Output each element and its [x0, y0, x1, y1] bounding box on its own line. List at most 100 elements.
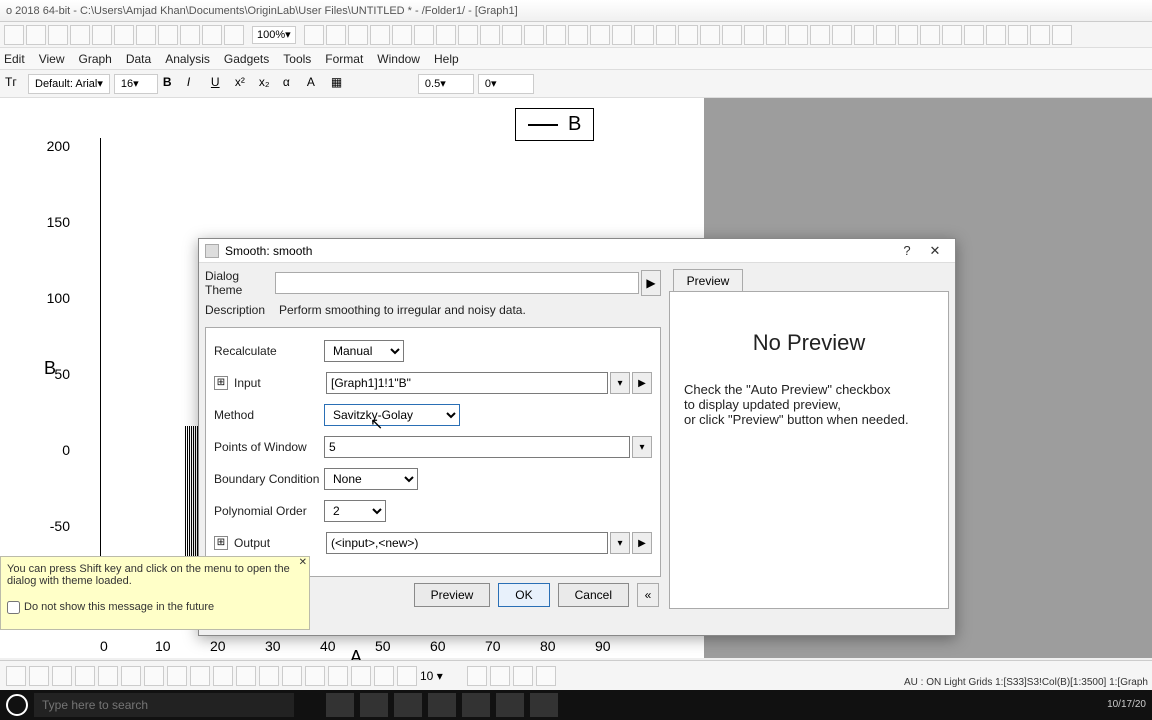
- close-icon[interactable]: ✕: [921, 241, 949, 261]
- expand-icon[interactable]: ⊞: [214, 376, 228, 390]
- toolbar-icon[interactable]: [348, 25, 368, 45]
- toolbar-icon[interactable]: [26, 25, 46, 45]
- toolbar-icon[interactable]: [414, 25, 434, 45]
- menu-gadgets[interactable]: Gadgets: [224, 52, 269, 66]
- explorer-icon[interactable]: [360, 693, 388, 717]
- tool-icon[interactable]: [467, 666, 487, 686]
- toolbar-icon[interactable]: [48, 25, 68, 45]
- toolbar-icon[interactable]: [898, 25, 918, 45]
- flyout-icon[interactable]: ▶: [632, 372, 652, 394]
- toolbar-icon[interactable]: [480, 25, 500, 45]
- toolbar-icon[interactable]: [964, 25, 984, 45]
- tray-clock[interactable]: 10/17/20: [1107, 699, 1146, 711]
- toolbar-icon[interactable]: [612, 25, 632, 45]
- toolbar-icon[interactable]: [304, 25, 324, 45]
- toolbar-icon[interactable]: [744, 25, 764, 45]
- tool-icon[interactable]: [236, 666, 256, 686]
- tool-icon[interactable]: [98, 666, 118, 686]
- super-icon[interactable]: x²: [234, 74, 254, 94]
- taskview-icon[interactable]: [326, 693, 354, 717]
- dialog-header[interactable]: Smooth: smooth ? ✕: [199, 239, 955, 263]
- tool-icon[interactable]: [305, 666, 325, 686]
- line-width[interactable]: 0.5 ▾: [418, 74, 474, 94]
- toolbar-icon[interactable]: [458, 25, 478, 45]
- tool-icon[interactable]: [259, 666, 279, 686]
- toolbar-icon[interactable]: [136, 25, 156, 45]
- toolbar-icon[interactable]: [1030, 25, 1050, 45]
- tool-icon[interactable]: [351, 666, 371, 686]
- toolbar-icon[interactable]: [788, 25, 808, 45]
- toolbar-icon[interactable]: [4, 25, 24, 45]
- toolbar-icon[interactable]: [224, 25, 244, 45]
- toolbar-icon[interactable]: [158, 25, 178, 45]
- toolbar-icon[interactable]: [546, 25, 566, 45]
- tooltip-close-icon[interactable]: ✕: [299, 557, 307, 568]
- menu-format[interactable]: Format: [325, 52, 363, 66]
- toolbar-icon[interactable]: [1008, 25, 1028, 45]
- menu-view[interactable]: View: [39, 52, 65, 66]
- tool-icon[interactable]: [536, 666, 556, 686]
- line-width-2[interactable]: 0 ▾: [478, 74, 534, 94]
- toolbar-icon[interactable]: [180, 25, 200, 45]
- toolbar-icon[interactable]: [854, 25, 874, 45]
- menu-edit[interactable]: Edit: [4, 52, 25, 66]
- font-color-icon[interactable]: A: [306, 74, 326, 94]
- preview-button[interactable]: Preview: [414, 583, 491, 607]
- zoom-combo[interactable]: 100% ▾: [252, 26, 296, 44]
- spinner-icon[interactable]: ▾: [632, 436, 652, 458]
- toolbar-icon[interactable]: [1052, 25, 1072, 45]
- tooltip-checkbox[interactable]: Do not show this message in the future: [7, 601, 303, 614]
- toolbar-icon[interactable]: [876, 25, 896, 45]
- tool-icon[interactable]: [121, 666, 141, 686]
- tool-icon[interactable]: [397, 666, 417, 686]
- toolbar-icon[interactable]: [678, 25, 698, 45]
- taskbar-search[interactable]: [34, 693, 294, 717]
- points-input[interactable]: [324, 436, 630, 458]
- toolbar-icon[interactable]: [920, 25, 940, 45]
- method-select[interactable]: Savitzky-Golay: [324, 404, 460, 426]
- tool-icon[interactable]: [29, 666, 49, 686]
- select-range-icon[interactable]: ▾: [610, 372, 630, 394]
- flyout-icon[interactable]: ▶: [632, 532, 652, 554]
- font-size-combo[interactable]: 16 ▾: [114, 74, 158, 94]
- theme-input[interactable]: [275, 272, 639, 294]
- toolbar-icon[interactable]: [202, 25, 222, 45]
- toolbar-icon[interactable]: [502, 25, 522, 45]
- help-icon[interactable]: ?: [893, 241, 921, 261]
- sub-icon[interactable]: x₂: [258, 74, 278, 94]
- recalc-select[interactable]: Manual: [324, 340, 404, 362]
- menu-graph[interactable]: Graph: [78, 52, 111, 66]
- menu-help[interactable]: Help: [434, 52, 459, 66]
- tool-icon[interactable]: [190, 666, 210, 686]
- output-field[interactable]: [326, 532, 608, 554]
- toolbar-icon[interactable]: [114, 25, 134, 45]
- size-combo[interactable]: 10 ▾: [420, 669, 464, 683]
- toolbar-icon[interactable]: [832, 25, 852, 45]
- italic-icon[interactable]: I: [186, 74, 206, 94]
- boundary-select[interactable]: None: [324, 468, 418, 490]
- menu-data[interactable]: Data: [126, 52, 151, 66]
- tool-icon[interactable]: [6, 666, 26, 686]
- tool-icon[interactable]: [75, 666, 95, 686]
- expand-icon[interactable]: ⊞: [214, 536, 228, 550]
- tool-icon[interactable]: [52, 666, 72, 686]
- tool-icon[interactable]: [213, 666, 233, 686]
- toolbar-icon[interactable]: [656, 25, 676, 45]
- menu-tools[interactable]: Tools: [283, 52, 311, 66]
- bold-icon[interactable]: B: [162, 74, 182, 94]
- theme-menu-icon[interactable]: ▶: [641, 270, 661, 296]
- toolbar-icon[interactable]: [766, 25, 786, 45]
- toolbar-icon[interactable]: [942, 25, 962, 45]
- word-icon[interactable]: [462, 693, 490, 717]
- tool-icon[interactable]: [374, 666, 394, 686]
- toolbar-icon[interactable]: [92, 25, 112, 45]
- recorder-icon[interactable]: [496, 693, 524, 717]
- alpha-icon[interactable]: α: [282, 74, 302, 94]
- menu-analysis[interactable]: Analysis: [165, 52, 210, 66]
- ok-button[interactable]: OK: [498, 583, 549, 607]
- tool-icon[interactable]: [144, 666, 164, 686]
- toolbar-icon[interactable]: [568, 25, 588, 45]
- tool-icon[interactable]: [513, 666, 533, 686]
- toolbar-icon[interactable]: [370, 25, 390, 45]
- toolbar-icon[interactable]: [436, 25, 456, 45]
